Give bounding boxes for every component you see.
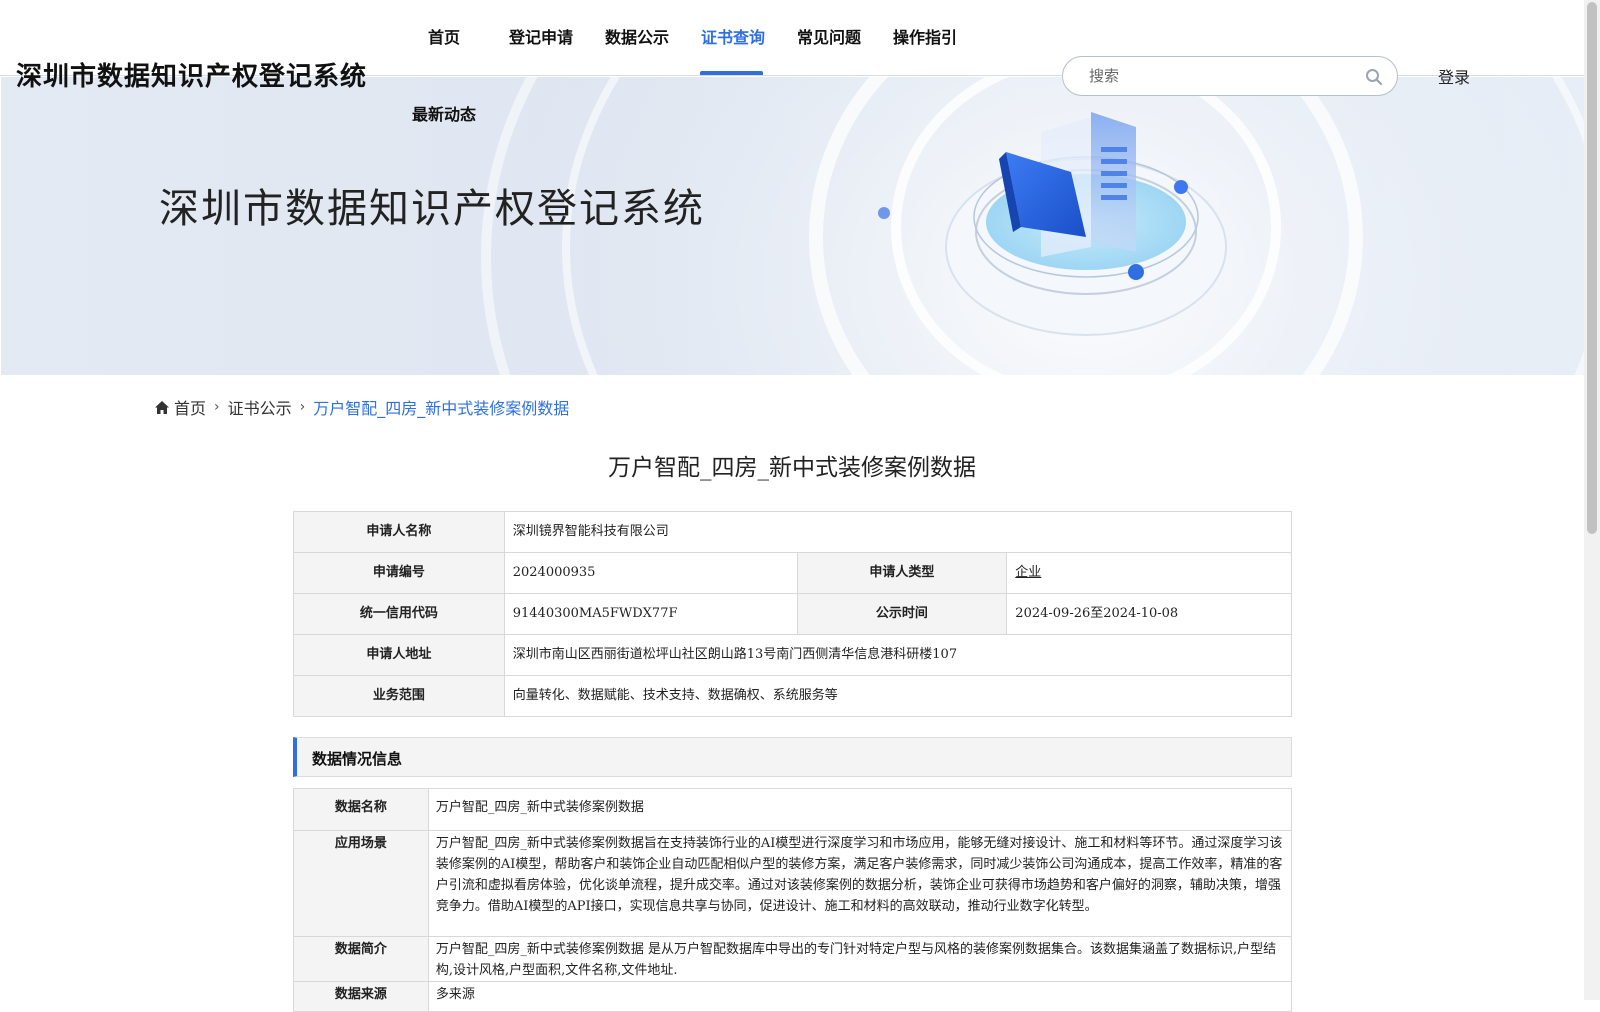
applicant-type-label: 申请人类型 — [796, 552, 1008, 594]
data-name-label: 数据名称 — [293, 788, 429, 831]
applicant-address-label: 申请人地址 — [293, 634, 505, 676]
search-input[interactable] — [1087, 65, 1347, 87]
data-source-value: 多来源 — [427, 981, 1293, 1012]
nav-item-latest-news[interactable]: 最新动态 — [412, 101, 476, 125]
search-box[interactable] — [1062, 56, 1398, 96]
search-icon[interactable] — [1365, 68, 1383, 86]
application-scenario-label: 应用场景 — [293, 830, 429, 937]
nav-item-register[interactable]: 登记申请 — [509, 24, 573, 48]
site-title[interactable]: 深圳市数据知识产权登记系统 — [16, 56, 367, 93]
breadcrumb-section[interactable]: 证书公示 — [228, 395, 292, 419]
breadcrumb-home[interactable]: 首页 — [174, 395, 206, 419]
nav-item-certificate-query[interactable]: 证书查询 — [701, 24, 765, 48]
chevron-right-icon: › — [214, 399, 220, 415]
publicity-period-label: 公示时间 — [796, 593, 1008, 635]
banner-title: 深圳市数据知识产权登记系统 — [159, 186, 705, 232]
business-scope-label: 业务范围 — [293, 675, 505, 717]
application-number-label: 申请编号 — [293, 552, 505, 594]
home-icon — [155, 400, 169, 414]
hero-banner: 深圳市数据知识产权登记系统 — [1, 77, 1584, 375]
applicant-name-label: 申请人名称 — [293, 511, 505, 553]
nav-item-home[interactable]: 首页 — [428, 24, 460, 48]
application-scenario-value: 万户智配_四房_新中式装修案例数据旨在支持装饰行业的AI模型进行深度学习和市场应… — [427, 830, 1293, 937]
data-info-table: 数据名称 万户智配_四房_新中式装修案例数据 应用场景 万户智配_四房_新中式装… — [293, 788, 1293, 1012]
nav-item-data-publicity[interactable]: 数据公示 — [605, 24, 669, 48]
credit-code-label: 统一信用代码 — [293, 593, 505, 635]
business-scope-value: 向量转化、数据赋能、技术支持、数据确权、系统服务等 — [503, 675, 1293, 717]
section-header-data-info: 数据情况信息 — [293, 737, 1292, 777]
breadcrumb-current: 万户智配_四房_新中式装修案例数据 — [313, 399, 570, 418]
login-link[interactable]: 登录 — [1438, 64, 1470, 88]
vertical-scrollbar-thumb[interactable] — [1587, 2, 1597, 534]
chevron-right-icon: › — [299, 399, 306, 415]
publicity-period-value: 2024-09-26至2024-10-08 — [1006, 593, 1292, 635]
credit-code-value: 91440300MA5FWDX77F — [503, 593, 798, 635]
data-source-label: 数据来源 — [293, 981, 429, 1012]
nav-item-faq[interactable]: 常见问题 — [797, 24, 861, 48]
data-name-value: 万户智配_四房_新中式装修案例数据 — [427, 788, 1293, 831]
nav-item-guide[interactable]: 操作指引 — [893, 24, 957, 48]
data-intro-label: 数据简介 — [293, 936, 429, 982]
breadcrumb: 首页 › 证书公示 › 万户智配_四房_新中式装修案例数据 — [155, 395, 569, 419]
application-number-value: 2024000935 — [503, 552, 798, 594]
data-intro-value: 万户智配_四房_新中式装修案例数据 是从万户智配数据库中导出的专门针对特定户型与… — [427, 936, 1293, 982]
applicant-address-value: 深圳市南山区西丽街道松坪山社区朗山路13号南门西侧清华信息港科研楼107 — [503, 634, 1293, 676]
page-title: 万户智配_四房_新中式装修案例数据 — [608, 455, 976, 481]
active-nav-indicator — [700, 71, 763, 75]
section-heading: 数据情况信息 — [312, 750, 403, 768]
applicant-type-value: 企业 — [1015, 565, 1042, 580]
applicant-name-value: 深圳镜界智能科技有限公司 — [503, 511, 1293, 553]
applicant-info-table: 申请人名称 深圳镜界智能科技有限公司 申请编号 2024000935 申请人类型… — [293, 511, 1293, 717]
